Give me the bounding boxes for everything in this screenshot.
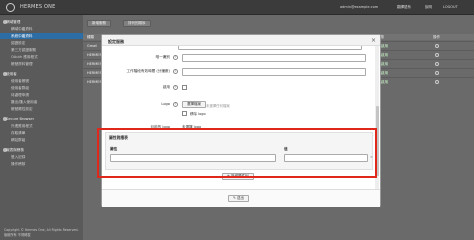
row-type: HERMES: [87, 80, 102, 84]
sidebar-item-users[interactable]: 使用者: [6, 72, 17, 77]
help-icon[interactable]: ?: [173, 102, 178, 107]
remove-logo-label: 移除 logo: [190, 112, 206, 116]
row-type: HERMES: [87, 71, 102, 75]
unique-id-input[interactable]: [182, 54, 366, 62]
help-icon[interactable]: ?: [173, 85, 178, 90]
sidebar-item-account-data[interactable]: 帳號資料管理: [11, 62, 33, 67]
sidebar-item-operation-audit[interactable]: 操作稽核: [11, 162, 25, 167]
remove-logo-checkbox[interactable]: [182, 111, 187, 116]
sidebar-item-reports[interactable]: 報表與稽核: [6, 148, 24, 153]
sidebar-item-account-attributes[interactable]: 帳號屬性設定: [11, 107, 33, 112]
column-header-actions: 操作: [433, 35, 440, 39]
sidebar: 網域管理 網域中繼資料 系統中繼資料 認證設定 第三方認證服務 OAuth 應用…: [0, 15, 83, 240]
modal-header: 設定服務 ×: [102, 35, 380, 46]
help-link[interactable]: 說明: [425, 5, 432, 10]
enabled-checkbox[interactable]: [182, 85, 187, 90]
modal-footer: ✎ 送出: [102, 189, 380, 207]
unique-id-label: 唯一識別: [155, 55, 170, 59]
gear-icon[interactable]: [435, 62, 439, 66]
gear-icon[interactable]: [435, 80, 439, 84]
sort-order-button[interactable]: 排列的順序: [123, 20, 151, 27]
top-bar: HERMES ONE admin@example.com 翻譯語系 說明 LOG…: [0, 0, 474, 15]
choose-file-button[interactable]: 選擇檔案: [182, 101, 206, 108]
gear-icon[interactable]: [435, 53, 439, 57]
submit-button[interactable]: ✎ 送出: [228, 195, 250, 202]
row-type: Gmail: [87, 44, 98, 48]
user-email-link[interactable]: admin@example.com: [340, 5, 378, 9]
column-header-type[interactable]: 種類: [87, 35, 94, 40]
logo-icon: [6, 3, 15, 12]
session-timeout-input[interactable]: [182, 68, 366, 76]
help-icon[interactable]: ?: [173, 69, 178, 74]
logo-label: Logo: [161, 102, 170, 106]
sidebar-item-system-metadata[interactable]: 系統中繼資料: [11, 34, 33, 39]
logout-link[interactable]: LOGOUT: [443, 5, 458, 9]
sidebar-item-login-records[interactable]: 登入記錄: [11, 155, 25, 160]
sidebar-item-site-groups[interactable]: 網站群組: [11, 138, 25, 143]
session-timeout-label: 工作階段有效時間 (分鐘數): [126, 69, 170, 73]
language-link[interactable]: 翻譯語系: [397, 5, 411, 10]
sidebar-item-secure-browser[interactable]: Secure Browser: [6, 117, 34, 121]
close-icon[interactable]: ×: [371, 37, 376, 44]
attribute-mapping-highlight: [97, 128, 377, 178]
row-type: HERMES: [87, 53, 102, 57]
sidebar-item-user-groups[interactable]: 使用者群組: [11, 86, 29, 91]
sidebar-item-domain-metadata[interactable]: 網域中繼資料: [11, 27, 33, 32]
file-status-text: 未選擇任何檔案: [206, 104, 230, 108]
sidebar-item-user-accounts[interactable]: 使用者帳號: [11, 79, 29, 84]
sidebar-item-import-export[interactable]: 匯出/匯入使用者: [11, 100, 37, 105]
gear-icon[interactable]: [435, 44, 439, 48]
gear-icon[interactable]: [435, 71, 439, 75]
brand-name: HERMES ONE: [20, 4, 56, 10]
sidebar-item-pending-requests[interactable]: 待處理申請: [11, 93, 29, 98]
sidebar-item-access-list[interactable]: 存取清單: [11, 131, 25, 136]
help-icon[interactable]: ?: [173, 55, 178, 60]
sidebar-item-third-party-auth[interactable]: 第三方認證服務: [11, 48, 36, 53]
row-type: HERMES: [87, 62, 102, 66]
sidebar-item-oauth-apps[interactable]: OAuth 應用程式: [11, 55, 38, 60]
enabled-label: 啟用: [162, 85, 170, 89]
add-service-button[interactable]: 新增服務: [87, 20, 111, 27]
sidebar-item-external-apps[interactable]: 外連應用程式: [11, 124, 33, 129]
sidebar-item-auth-settings[interactable]: 認證設定: [11, 41, 25, 46]
sidebar-footer: Copyright © Hermes One, All Rights Reser…: [4, 228, 79, 237]
modal-title: 設定服務: [108, 39, 124, 44]
service-settings-modal: 設定服務 × 唯一識別 ? 工作階段有效時間 (分鐘數) ? 啟用 ? Logo…: [101, 34, 381, 207]
previous-field-input[interactable]: [178, 46, 362, 50]
sidebar-item-domain[interactable]: 網域管理: [6, 20, 20, 25]
